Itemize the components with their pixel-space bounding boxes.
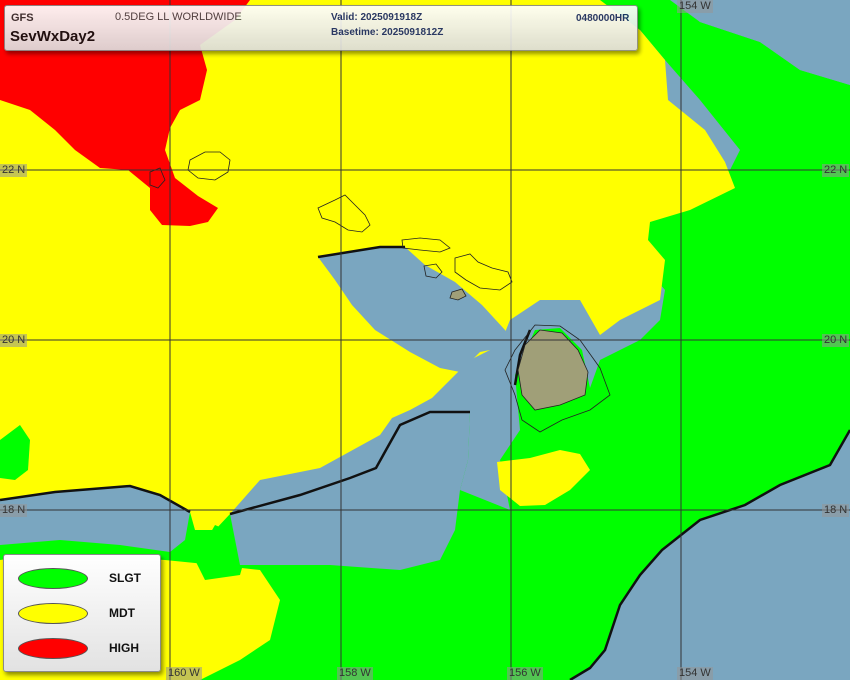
lat-label-22n-right: 22 N	[822, 164, 850, 177]
legend-swatch-slight	[18, 568, 88, 589]
lat-label-20n: 20 N	[0, 334, 28, 347]
grid-description: 0.5DEG LL WORLDWIDE	[115, 11, 242, 23]
lon-label-158w: 158 W	[337, 667, 373, 680]
legend-swatch-moderate	[18, 603, 88, 624]
lat-label-20n-right: 20 N	[822, 334, 850, 347]
legend-swatch-high	[18, 638, 88, 659]
lat-label-18n: 18 N	[0, 504, 28, 517]
lon-label-154w: 154 W	[677, 667, 713, 680]
map-header-panel: GFS 0.5DEG LL WORLDWIDE SevWxDay2 Valid:…	[4, 5, 638, 51]
legend-panel: SLGT MDT HIGH	[3, 554, 161, 672]
legend-label-moderate: MDT	[109, 606, 135, 620]
lat-label-18n-right: 18 N	[822, 504, 850, 517]
legend-item-slight: SLGT	[4, 565, 160, 591]
lat-label-22n: 22 N	[0, 164, 28, 177]
base-time: Basetime: 2025091812Z	[331, 27, 444, 38]
valid-time: Valid: 2025091918Z	[331, 12, 423, 23]
model-name: GFS	[11, 12, 34, 24]
lon-label-154w-top: 154 W	[677, 0, 713, 13]
product-name: SevWxDay2	[10, 28, 96, 45]
legend-label-high: HIGH	[109, 641, 139, 655]
legend-label-slight: SLGT	[109, 571, 141, 585]
legend-item-moderate: MDT	[4, 600, 160, 626]
lon-label-156w: 156 W	[507, 667, 543, 680]
forecast-hour: 0480000HR	[576, 13, 630, 24]
lon-label-160w: 160 W	[166, 667, 202, 680]
legend-item-high: HIGH	[4, 635, 160, 661]
map-stage: 160 W 158 W 156 W 154 W 154 W 22 N 20 N …	[0, 0, 850, 680]
